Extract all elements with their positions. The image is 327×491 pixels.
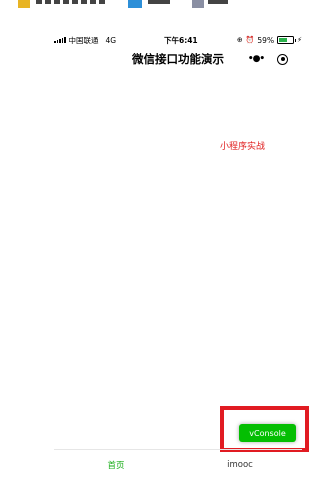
network-type: 4G [105,35,117,45]
battery-percent: 59% [257,35,275,45]
status-left: 中国联通 4G [54,35,116,46]
charging-icon: ⚡ [297,36,302,44]
battery-icon [277,36,297,44]
tab-home[interactable]: 首页 [54,450,178,480]
folder-icon [18,0,30,8]
status-time: 下午6:41 [164,35,198,45]
content-text: 小程序实战 [220,142,266,152]
navigation-bar: 微信接口功能演示 •●• [54,48,302,70]
menu-capsule: •●• [244,50,294,68]
orientation-lock-icon: ⊕ [236,36,243,44]
window-icon [128,0,142,8]
cropped-text [36,0,106,4]
signal-strength-icon [54,37,66,43]
phone-status-bar: 中国联通 4G 下午6:41 ⊕ ⏰ 59% ⚡ [54,33,302,47]
tab-home-label: 首页 [107,461,125,471]
more-dots-icon[interactable]: •●• [244,54,268,64]
tab-bar: 首页 imooc [54,449,302,480]
cropped-text [208,0,228,4]
vconsole-button[interactable]: vConsole [239,424,296,442]
tab-imooc[interactable]: imooc [178,450,302,480]
carrier-name: 中国联通 [68,35,99,45]
cropped-text [148,0,170,4]
battery-fill [279,38,287,42]
status-right: ⊕ ⏰ 59% ⚡ [237,36,302,45]
tab-imooc-label: imooc [227,460,253,470]
document-icon [192,0,204,8]
cropped-toolbar-fragment [0,0,327,8]
alarm-icon: ⏰ [245,36,255,44]
close-icon[interactable] [277,53,288,65]
